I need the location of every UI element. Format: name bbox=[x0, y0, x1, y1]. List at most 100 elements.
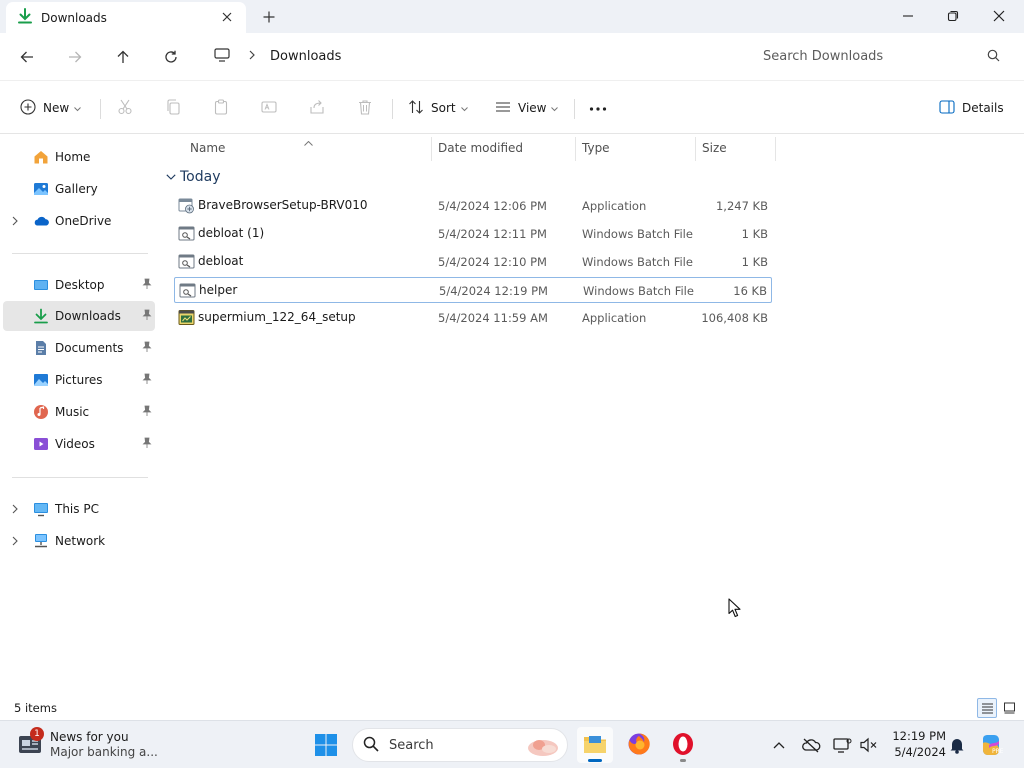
clock[interactable]: 12:19 PM 5/4/2024 bbox=[884, 728, 946, 760]
file-row[interactable]: debloat 5/4/2024 12:10 PM Windows Batch … bbox=[174, 249, 772, 275]
sort-up-icon bbox=[304, 135, 313, 149]
chevron-right-icon[interactable] bbox=[11, 215, 19, 229]
scissors-icon bbox=[117, 99, 133, 118]
mouse-cursor-icon bbox=[728, 598, 742, 621]
sort-button[interactable]: Sort bbox=[408, 93, 468, 123]
taskbar: 1 News for you Major banking a... Search bbox=[0, 720, 1024, 768]
sidebar-item-downloads[interactable]: Downloads bbox=[3, 301, 155, 331]
close-window-button[interactable] bbox=[976, 0, 1022, 32]
plus-circle-icon bbox=[20, 98, 36, 118]
copy-button[interactable] bbox=[165, 93, 181, 123]
details-pane-button[interactable]: Details bbox=[939, 93, 1004, 123]
chevron-right-icon[interactable] bbox=[248, 49, 256, 63]
network-status-icon[interactable] bbox=[831, 733, 855, 757]
start-button[interactable] bbox=[308, 727, 344, 763]
column-header-size[interactable]: Size bbox=[702, 135, 774, 161]
pin-icon[interactable] bbox=[142, 341, 152, 356]
sidebar-item-gallery[interactable]: Gallery bbox=[3, 174, 155, 204]
more-options-button[interactable] bbox=[589, 93, 607, 123]
details-view-button[interactable] bbox=[977, 698, 997, 718]
search-highlight-icon bbox=[525, 733, 561, 762]
search-icon bbox=[987, 49, 1000, 65]
sidebar-item-documents[interactable]: Documents bbox=[3, 333, 155, 363]
chevron-right-icon[interactable] bbox=[11, 535, 19, 549]
pin-icon[interactable] bbox=[142, 405, 152, 420]
new-tab-button[interactable] bbox=[258, 7, 280, 27]
column-divider[interactable] bbox=[431, 137, 432, 161]
refresh-button[interactable] bbox=[157, 43, 185, 71]
forward-button[interactable] bbox=[61, 43, 89, 71]
opera-icon bbox=[671, 732, 695, 759]
file-row[interactable]: supermium_122_64_setup 5/4/2024 11:59 AM… bbox=[174, 305, 772, 331]
news-widget[interactable]: 1 News for you Major banking a... bbox=[18, 727, 168, 763]
tab-downloads[interactable]: Downloads bbox=[6, 2, 246, 33]
back-button[interactable] bbox=[13, 43, 41, 71]
tiles-view-button[interactable] bbox=[999, 698, 1019, 718]
details-label: Details bbox=[962, 101, 1004, 115]
sidebar-item-pictures[interactable]: Pictures bbox=[3, 365, 155, 395]
cut-button[interactable] bbox=[117, 93, 133, 123]
volume-muted-icon[interactable] bbox=[857, 733, 881, 757]
search-box[interactable] bbox=[750, 41, 1012, 72]
column-header-type[interactable]: Type bbox=[582, 135, 694, 161]
column-divider[interactable] bbox=[775, 137, 776, 161]
trash-icon bbox=[357, 99, 373, 118]
tab-title: Downloads bbox=[41, 10, 107, 25]
batch-file-icon bbox=[178, 225, 195, 245]
monitor-icon[interactable] bbox=[214, 47, 230, 65]
pin-icon[interactable] bbox=[142, 278, 152, 293]
close-tab-icon[interactable] bbox=[218, 8, 236, 26]
share-icon bbox=[309, 99, 325, 118]
onedrive-status-icon[interactable] bbox=[799, 733, 823, 757]
pin-icon[interactable] bbox=[142, 373, 152, 388]
pin-icon[interactable] bbox=[142, 437, 152, 452]
breadcrumb[interactable]: Downloads bbox=[204, 40, 738, 72]
news-subtitle: Major banking a... bbox=[50, 745, 158, 759]
sidebar-item-onedrive[interactable]: OneDrive bbox=[3, 206, 155, 236]
divider bbox=[12, 477, 148, 478]
delete-button[interactable] bbox=[357, 93, 373, 123]
running-indicator bbox=[680, 759, 686, 762]
desktop-icon bbox=[33, 277, 49, 296]
column-divider[interactable] bbox=[695, 137, 696, 161]
show-hidden-icons-button[interactable] bbox=[767, 733, 791, 757]
opera-taskbar-button[interactable] bbox=[665, 727, 701, 763]
address-bar: Downloads bbox=[0, 33, 1024, 80]
taskbar-search[interactable]: Search bbox=[352, 728, 568, 762]
group-header-today[interactable]: Today bbox=[166, 169, 221, 185]
minimize-button[interactable] bbox=[885, 0, 931, 32]
onedrive-icon bbox=[33, 213, 50, 232]
sidebar-item-desktop[interactable]: Desktop bbox=[3, 270, 155, 300]
batch-file-icon bbox=[178, 253, 195, 273]
rename-button[interactable] bbox=[261, 93, 277, 123]
file-list: Name Date modified Type Size Today Brave… bbox=[160, 135, 1024, 695]
chevron-down-icon[interactable] bbox=[166, 170, 176, 184]
divider bbox=[12, 253, 148, 254]
chevron-right-icon[interactable] bbox=[11, 503, 19, 517]
firefox-taskbar-button[interactable] bbox=[621, 727, 657, 763]
sidebar-item-this-pc[interactable]: This PC bbox=[3, 494, 155, 524]
notifications-bell-icon[interactable] bbox=[945, 733, 969, 757]
file-row[interactable]: debloat (1) 5/4/2024 12:11 PM Windows Ba… bbox=[174, 221, 772, 247]
breadcrumb-downloads[interactable]: Downloads bbox=[270, 49, 341, 64]
paste-button[interactable] bbox=[213, 93, 229, 123]
file-row[interactable]: helper 5/4/2024 12:19 PM Windows Batch F… bbox=[174, 277, 772, 303]
up-button[interactable] bbox=[109, 43, 137, 71]
file-explorer-taskbar-button[interactable] bbox=[577, 727, 613, 763]
column-header-date[interactable]: Date modified bbox=[438, 135, 574, 161]
new-button[interactable]: New bbox=[20, 93, 82, 123]
sidebar-item-home[interactable]: Home bbox=[3, 142, 155, 172]
column-divider[interactable] bbox=[575, 137, 576, 161]
pictures-icon bbox=[33, 372, 49, 391]
share-button[interactable] bbox=[309, 93, 325, 123]
search-input[interactable] bbox=[763, 49, 973, 64]
copilot-icon[interactable]: PRE bbox=[979, 733, 1003, 757]
file-row[interactable]: BraveBrowserSetup-BRV010 5/4/2024 12:06 … bbox=[174, 193, 772, 219]
view-button[interactable]: View bbox=[495, 93, 559, 123]
pin-icon[interactable] bbox=[142, 309, 152, 324]
sidebar-item-videos[interactable]: Videos bbox=[3, 429, 155, 459]
chevron-down-icon bbox=[74, 101, 82, 115]
sidebar-item-network[interactable]: Network bbox=[3, 526, 155, 556]
restore-button[interactable] bbox=[930, 0, 976, 32]
sidebar-item-music[interactable]: Music bbox=[3, 397, 155, 427]
